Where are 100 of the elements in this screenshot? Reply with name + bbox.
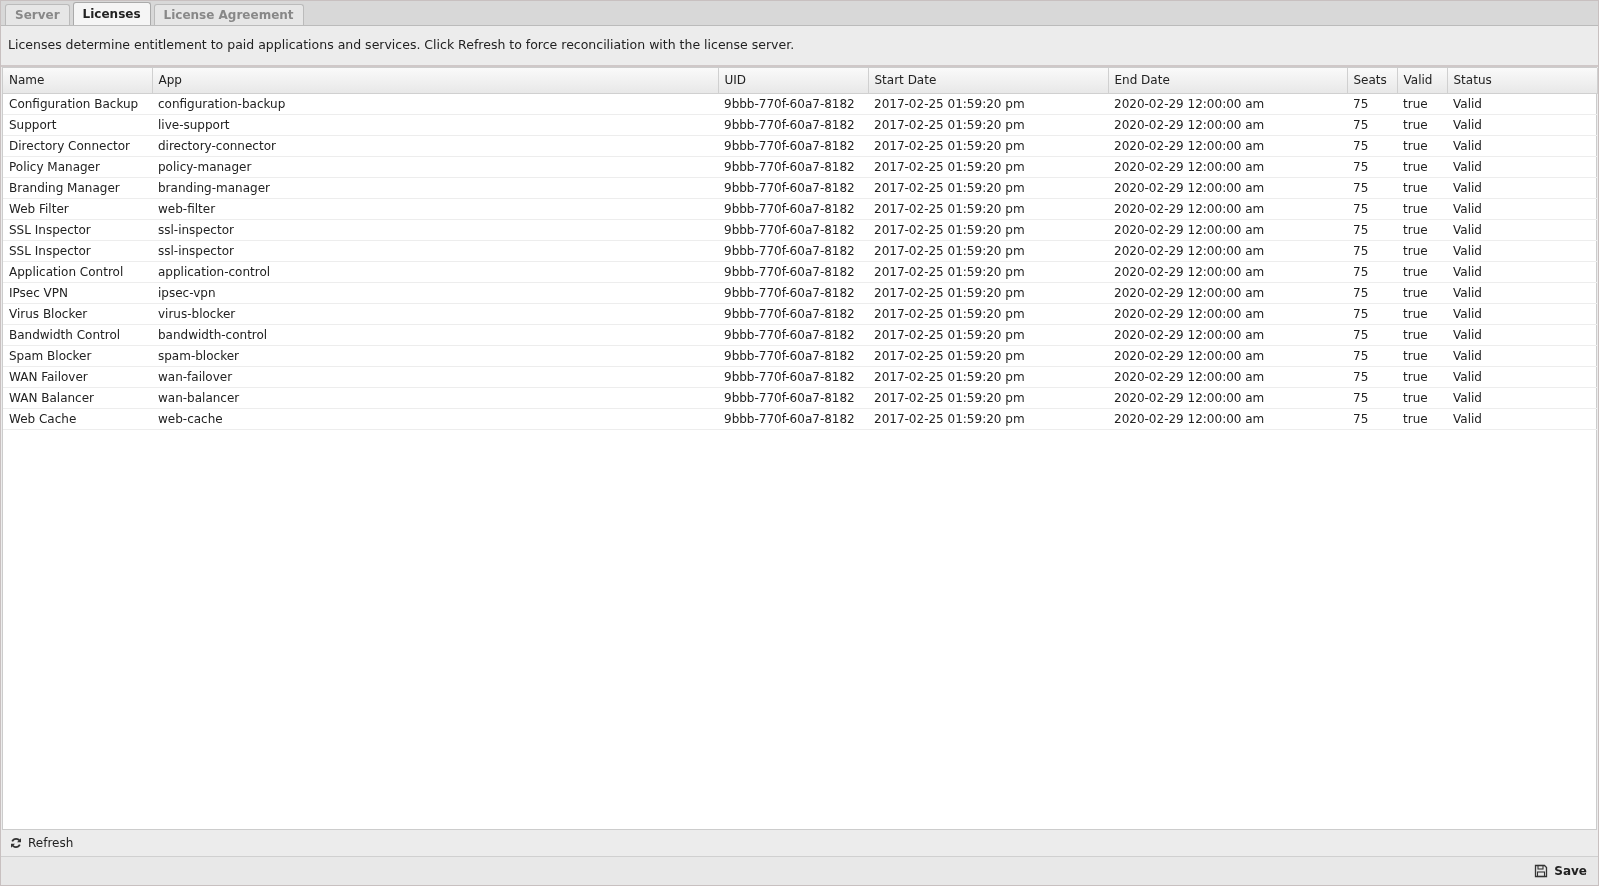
table-cell: 75 <box>1347 135 1397 156</box>
table-cell: 2017-02-25 01:59:20 pm <box>868 408 1108 429</box>
table-cell: 75 <box>1347 324 1397 345</box>
table-cell: 2017-02-25 01:59:20 pm <box>868 198 1108 219</box>
table-cell: 2017-02-25 01:59:20 pm <box>868 135 1108 156</box>
column-header[interactable]: Seats <box>1347 68 1397 93</box>
table-cell: spam-blocker <box>152 345 718 366</box>
table-cell: 2020-02-29 12:00:00 am <box>1108 345 1347 366</box>
table-cell: true <box>1397 366 1447 387</box>
column-header[interactable]: Valid <box>1397 68 1447 93</box>
table-cell: true <box>1397 156 1447 177</box>
column-header[interactable]: Start Date <box>868 68 1108 93</box>
table-cell: Valid <box>1447 324 1597 345</box>
column-header[interactable]: UID <box>718 68 868 93</box>
description-text: Licenses determine entitlement to paid applications and services. Click Refresh to force reconciliation with the license server. <box>8 36 795 55</box>
table-cell: branding-manager <box>152 177 718 198</box>
table-cell: 9bbb-770f-60a7-8182 <box>718 93 868 114</box>
column-header[interactable]: Name <box>3 68 152 93</box>
table-cell: 2017-02-25 01:59:20 pm <box>868 240 1108 261</box>
table-cell: 9bbb-770f-60a7-8182 <box>718 177 868 198</box>
table-cell: 2020-02-29 12:00:00 am <box>1108 387 1347 408</box>
table-cell: 2017-02-25 01:59:20 pm <box>868 345 1108 366</box>
table-cell: 2017-02-25 01:59:20 pm <box>868 177 1108 198</box>
table-cell: 2020-02-29 12:00:00 am <box>1108 303 1347 324</box>
table-cell: true <box>1397 408 1447 429</box>
table-cell: 9bbb-770f-60a7-8182 <box>718 408 868 429</box>
table-cell: web-filter <box>152 198 718 219</box>
table-cell: 2017-02-25 01:59:20 pm <box>868 93 1108 114</box>
table-cell: 75 <box>1347 261 1397 282</box>
table-cell: true <box>1397 177 1447 198</box>
table-cell: 2017-02-25 01:59:20 pm <box>868 114 1108 135</box>
table-cell: Configuration Backup <box>3 93 152 114</box>
table-cell: 2017-02-25 01:59:20 pm <box>868 303 1108 324</box>
table-cell: 2020-02-29 12:00:00 am <box>1108 198 1347 219</box>
table-cell: 2017-02-25 01:59:20 pm <box>868 219 1108 240</box>
table-cell: Valid <box>1447 261 1597 282</box>
column-header[interactable]: App <box>152 68 718 93</box>
table-cell: ssl-inspector <box>152 219 718 240</box>
table-cell: 75 <box>1347 177 1397 198</box>
save-button[interactable]: Save <box>1531 860 1590 882</box>
table-cell: virus-blocker <box>152 303 718 324</box>
table-cell: web-cache <box>152 408 718 429</box>
table-cell: 9bbb-770f-60a7-8182 <box>718 324 868 345</box>
table-cell: 9bbb-770f-60a7-8182 <box>718 282 868 303</box>
table-cell: 2017-02-25 01:59:20 pm <box>868 366 1108 387</box>
table-cell: directory-connector <box>152 135 718 156</box>
table-cell: 9bbb-770f-60a7-8182 <box>718 366 868 387</box>
table-cell: 75 <box>1347 345 1397 366</box>
table-cell: Valid <box>1447 114 1597 135</box>
table-cell: 2020-02-29 12:00:00 am <box>1108 240 1347 261</box>
table-cell: Valid <box>1447 219 1597 240</box>
table-cell: 9bbb-770f-60a7-8182 <box>718 261 868 282</box>
table-cell: application-control <box>152 261 718 282</box>
table-cell: SSL Inspector <box>3 240 152 261</box>
table-cell: 75 <box>1347 303 1397 324</box>
tab[interactable]: Licenses <box>72 2 151 25</box>
table-cell: true <box>1397 219 1447 240</box>
table-cell: 75 <box>1347 366 1397 387</box>
table-cell: 2020-02-29 12:00:00 am <box>1108 219 1347 240</box>
table-cell: Valid <box>1447 198 1597 219</box>
table-cell: bandwidth-control <box>152 324 718 345</box>
table-cell: Spam Blocker <box>3 345 152 366</box>
table-cell: 2017-02-25 01:59:20 pm <box>868 156 1108 177</box>
table-cell: WAN Failover <box>3 366 152 387</box>
refresh-icon <box>10 837 22 849</box>
table-cell: 2020-02-29 12:00:00 am <box>1108 93 1347 114</box>
refresh-button[interactable]: Refresh <box>7 832 77 854</box>
table-cell: 9bbb-770f-60a7-8182 <box>718 156 868 177</box>
column-header[interactable]: Status <box>1447 68 1597 93</box>
table-cell: Branding Manager <box>3 177 152 198</box>
table-cell: true <box>1397 303 1447 324</box>
table-cell: 2020-02-29 12:00:00 am <box>1108 156 1347 177</box>
table-cell: Valid <box>1447 282 1597 303</box>
table-cell: 9bbb-770f-60a7-8182 <box>718 219 868 240</box>
table-cell: 75 <box>1347 114 1397 135</box>
table-cell: 75 <box>1347 387 1397 408</box>
table-cell: Valid <box>1447 93 1597 114</box>
table-cell: 2017-02-25 01:59:20 pm <box>868 261 1108 282</box>
table-cell: 2020-02-29 12:00:00 am <box>1108 366 1347 387</box>
column-header[interactable]: End Date <box>1108 68 1347 93</box>
table-cell: Web Cache <box>3 408 152 429</box>
table-cell: Valid <box>1447 177 1597 198</box>
table-cell: wan-failover <box>152 366 718 387</box>
save-icon <box>1534 864 1549 878</box>
table-cell: true <box>1397 114 1447 135</box>
table-cell: Support <box>3 114 152 135</box>
table-cell: Valid <box>1447 135 1597 156</box>
table-cell: Valid <box>1447 387 1597 408</box>
table-cell: 2020-02-29 12:00:00 am <box>1108 282 1347 303</box>
table-cell: Web Filter <box>3 198 152 219</box>
table-cell: WAN Balancer <box>3 387 152 408</box>
table-cell: policy-manager <box>152 156 718 177</box>
table-cell: ssl-inspector <box>152 240 718 261</box>
table-cell: SSL Inspector <box>3 219 152 240</box>
table-cell: Policy Manager <box>3 156 152 177</box>
table-cell: true <box>1397 198 1447 219</box>
table-cell: Valid <box>1447 240 1597 261</box>
table-cell: 9bbb-770f-60a7-8182 <box>718 345 868 366</box>
table-cell: IPsec VPN <box>3 282 152 303</box>
table-cell: 75 <box>1347 93 1397 114</box>
